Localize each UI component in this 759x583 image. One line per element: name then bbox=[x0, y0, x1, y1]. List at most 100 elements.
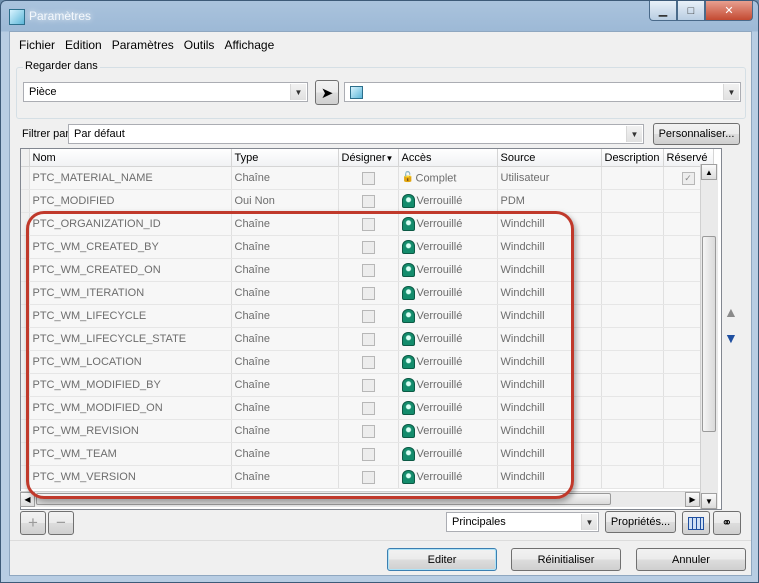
designate-checkbox[interactable] bbox=[361, 217, 375, 231]
designate-checkbox[interactable] bbox=[361, 401, 375, 415]
move-up-icon[interactable]: ▲ bbox=[724, 304, 738, 320]
scroll-left-icon[interactable]: ◀ bbox=[20, 492, 35, 507]
horizontal-scroll-thumb[interactable] bbox=[36, 493, 611, 505]
close-button[interactable]: ✕ bbox=[705, 1, 753, 21]
cell-designate bbox=[338, 327, 399, 351]
table-row[interactable]: PTC_ORGANIZATION_ID Chaîne Verrouillé Windc… bbox=[21, 212, 714, 236]
window-title: Paramètres bbox=[29, 9, 92, 23]
column-header-name[interactable]: Nom bbox=[29, 149, 232, 167]
lock-icon bbox=[401, 286, 415, 300]
cancel-button[interactable]: Annuler bbox=[636, 548, 746, 571]
find-button[interactable]: ⚭ bbox=[713, 511, 741, 535]
lock-icon bbox=[401, 309, 415, 323]
table-row[interactable]: PTC_WM_LOCATION Chaîne Verrouillé Windchill bbox=[21, 350, 714, 374]
horizontal-scrollbar[interactable]: ◀ ▶ bbox=[20, 491, 700, 507]
filter-label: Filtrer par bbox=[22, 128, 70, 140]
cell-description bbox=[601, 373, 664, 397]
view-select-value: Principales bbox=[452, 516, 506, 528]
add-parameter-button[interactable]: + bbox=[20, 511, 46, 535]
menu-edition[interactable]: Edition bbox=[60, 38, 107, 52]
cell-designate bbox=[338, 258, 399, 282]
designate-checkbox[interactable] bbox=[361, 355, 375, 369]
menu-bar: Fichier Edition Paramètres Outils Affich… bbox=[10, 32, 751, 58]
maximize-button[interactable]: □ bbox=[677, 1, 705, 21]
menu-affichage[interactable]: Affichage bbox=[219, 38, 279, 52]
cell-designate bbox=[338, 304, 399, 328]
remove-parameter-button[interactable]: − bbox=[48, 511, 74, 535]
table-row[interactable]: PTC_WM_CREATED_BY Chaîne Verrouillé Windchi… bbox=[21, 235, 714, 259]
menu-parametres[interactable]: Paramètres bbox=[107, 38, 179, 52]
cell-name: PTC_WM_LIFECYCLE bbox=[29, 304, 232, 328]
cell-designate bbox=[338, 189, 399, 213]
table-row[interactable]: PTC_WM_REVISION Chaîne Verrouillé Windchill bbox=[21, 419, 714, 443]
scroll-right-icon[interactable]: ▶ bbox=[685, 492, 700, 507]
reset-button[interactable]: Réinitialiser bbox=[511, 548, 621, 571]
cell-source: Windchill bbox=[497, 465, 602, 489]
cell-designate bbox=[338, 442, 399, 466]
access-label: Verrouillé bbox=[416, 263, 463, 276]
designate-checkbox[interactable] bbox=[361, 309, 375, 323]
cell-access: Verrouillé bbox=[398, 304, 498, 328]
filter-select[interactable]: Par défaut ▼ bbox=[68, 124, 644, 144]
edit-button[interactable]: Editer bbox=[387, 548, 497, 571]
table-row[interactable]: PTC_WM_TEAM Chaîne Verrouillé Windchill bbox=[21, 442, 714, 466]
cell-description bbox=[601, 327, 664, 351]
row-gutter bbox=[21, 465, 30, 489]
cell-access: Verrouillé bbox=[398, 396, 498, 420]
column-header-type[interactable]: Type bbox=[231, 149, 339, 167]
cell-type: Chaîne bbox=[231, 212, 339, 236]
designate-checkbox[interactable] bbox=[361, 286, 375, 300]
chevron-down-icon: ▼ bbox=[581, 514, 597, 530]
lock-icon bbox=[401, 470, 415, 484]
select-model-button[interactable]: ➤ bbox=[315, 80, 339, 105]
cell-description bbox=[601, 442, 664, 466]
designate-checkbox[interactable] bbox=[361, 447, 375, 461]
parameters-table: Nom Type Désigner▼ Accès Source Descript… bbox=[20, 148, 722, 510]
table-row[interactable]: PTC_WM_CREATED_ON Chaîne Verrouillé Windchi… bbox=[21, 258, 714, 282]
cell-access: 🔓 Complet bbox=[398, 166, 498, 190]
scroll-up-icon[interactable]: ▲ bbox=[701, 164, 717, 180]
designate-checkbox[interactable] bbox=[361, 424, 375, 438]
view-select[interactable]: Principales ▼ bbox=[446, 512, 599, 532]
designate-checkbox[interactable] bbox=[361, 171, 375, 185]
table-row[interactable]: PTC_WM_LIFECYCLE Chaîne Verrouillé Windchil… bbox=[21, 304, 714, 328]
row-gutter bbox=[21, 373, 30, 397]
title-bar[interactable]: Paramètres ▁ □ ✕ bbox=[1, 1, 758, 31]
vertical-scroll-thumb[interactable] bbox=[702, 236, 716, 432]
column-header-source[interactable]: Source bbox=[497, 149, 602, 167]
minimize-button[interactable]: ▁ bbox=[649, 1, 677, 21]
designate-checkbox[interactable] bbox=[361, 332, 375, 346]
table-row[interactable]: PTC_MODIFIED Oui Non Verrouillé PDM bbox=[21, 189, 714, 213]
move-down-icon[interactable]: ▼ bbox=[724, 330, 738, 346]
properties-button[interactable]: Propriétés... bbox=[605, 511, 676, 533]
cell-description bbox=[601, 281, 664, 305]
menu-fichier[interactable]: Fichier bbox=[14, 38, 60, 52]
row-gutter bbox=[21, 235, 30, 259]
table-row[interactable]: PTC_MATERIAL_NAME Chaîne 🔓 Complet Utilisate… bbox=[21, 166, 714, 190]
table-row[interactable]: PTC_WM_VERSION Chaîne Verrouillé Windchill bbox=[21, 465, 714, 489]
access-label: Verrouillé bbox=[416, 309, 463, 322]
designate-checkbox[interactable] bbox=[361, 240, 375, 254]
table-row[interactable]: PTC_WM_MODIFIED_BY Chaîne Verrouillé Windch… bbox=[21, 373, 714, 397]
cell-access: Verrouillé bbox=[398, 373, 498, 397]
table-row[interactable]: PTC_WM_ITERATION Chaîne Verrouillé Windchil… bbox=[21, 281, 714, 305]
designate-checkbox[interactable] bbox=[361, 378, 375, 392]
row-gutter bbox=[21, 419, 30, 443]
designate-checkbox[interactable] bbox=[361, 194, 375, 208]
table-row[interactable]: PTC_WM_MODIFIED_ON Chaîne Verrouillé Windch… bbox=[21, 396, 714, 420]
columns-button[interactable] bbox=[682, 511, 710, 535]
cell-name: PTC_WM_LIFECYCLE_STATE bbox=[29, 327, 232, 351]
scroll-down-icon[interactable]: ▼ bbox=[701, 493, 717, 509]
column-header-description[interactable]: Description bbox=[601, 149, 664, 167]
vertical-scrollbar[interactable]: ▲ ▼ bbox=[700, 164, 718, 509]
column-header-access[interactable]: Accès bbox=[398, 149, 498, 167]
designate-checkbox[interactable] bbox=[361, 263, 375, 277]
customize-button[interactable]: Personnaliser... bbox=[653, 123, 740, 145]
table-row[interactable]: PTC_WM_LIFECYCLE_STATE Chaîne Verrouillé Wi… bbox=[21, 327, 714, 351]
designate-checkbox[interactable] bbox=[361, 470, 375, 484]
model-select[interactable]: ▼ bbox=[344, 82, 741, 102]
cell-designate bbox=[338, 166, 399, 190]
menu-outils[interactable]: Outils bbox=[179, 38, 220, 52]
column-header-designate[interactable]: Désigner▼ bbox=[338, 149, 399, 167]
type-select[interactable]: Pièce ▼ bbox=[23, 82, 308, 102]
